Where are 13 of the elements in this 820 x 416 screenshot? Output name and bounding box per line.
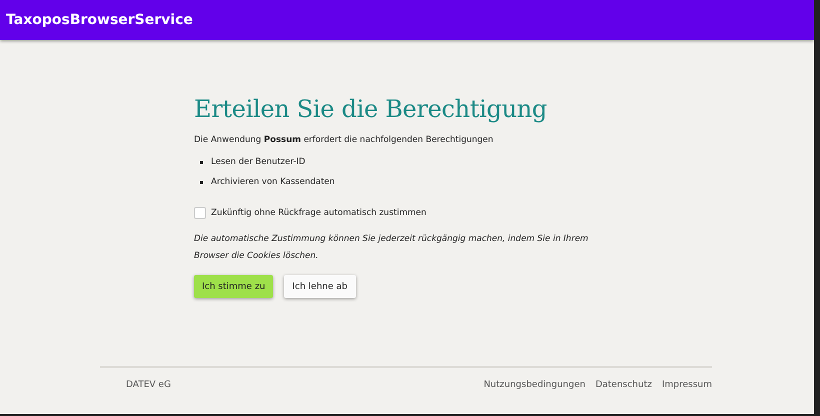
app-title: TaxoposBrowserService (6, 12, 193, 28)
footer-link[interactable]: Nutzungsbedingungen (484, 380, 586, 390)
footer-link[interactable]: Impressum (662, 380, 712, 390)
accept-button[interactable]: Ich stimme zu (194, 275, 274, 298)
page-heading: Erteilen Sie die Berechtigung (194, 95, 548, 123)
permission-item: Archivieren von Kassendaten (211, 177, 335, 187)
permission-item: Lesen der Benutzer-ID (211, 157, 306, 167)
checkbox-label[interactable]: Zukünftig ohne Rückfrage automatisch zustimmen (211, 208, 426, 218)
note-text: Die automatische Zustimmung können Sie jederzeit rückgängig machen, indem Sie in Ihrem Browser die Cookies löschen. (194, 233, 590, 263)
company-name: DATEV eG (126, 380, 171, 390)
decline-button[interactable]: Ich lehne ab (284, 275, 356, 298)
footer-link[interactable]: Datenschutz (595, 380, 652, 390)
intro-text: Die Anwendung Possum erfordert die nachfolgenden Berechtigungen (194, 135, 494, 145)
